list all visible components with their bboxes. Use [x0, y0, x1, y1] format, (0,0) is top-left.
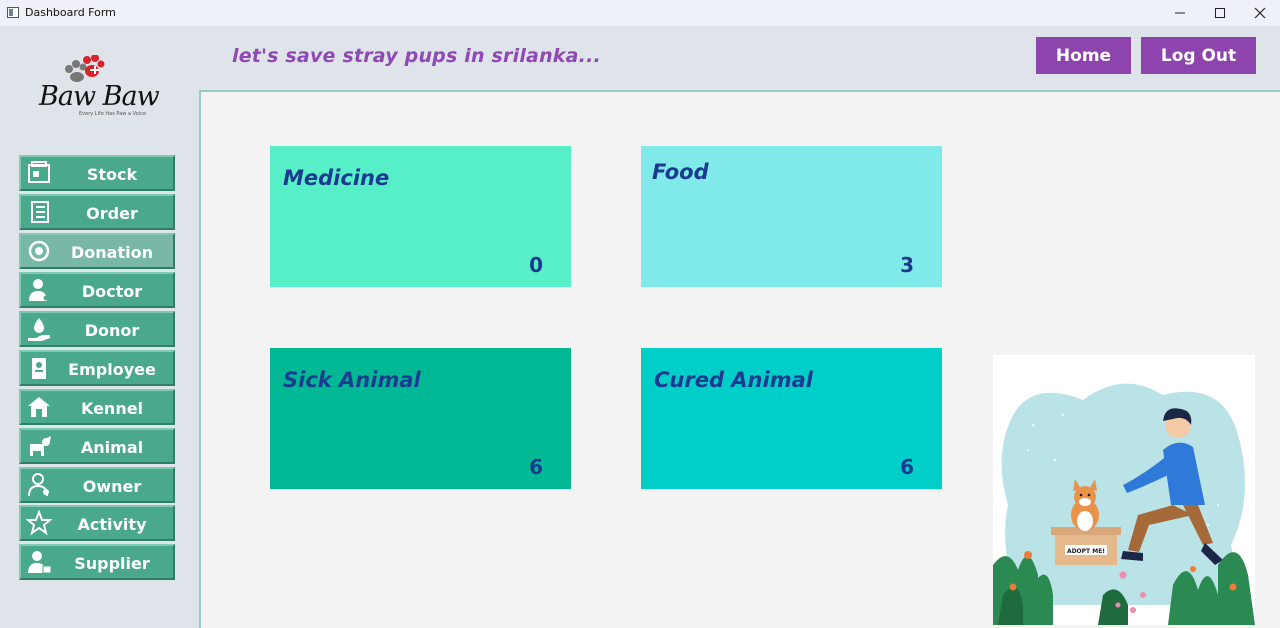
card-title: Cured Animal: [654, 368, 813, 392]
sidebar-item-label: Kennel: [80, 399, 144, 418]
sidebar-item-donor[interactable]: Donor: [19, 311, 175, 347]
card-value: 6: [529, 455, 543, 479]
medicine-card: Medicine 0: [270, 146, 571, 287]
order-icon: [31, 201, 49, 223]
stock-icon: [28, 161, 50, 183]
star-icon: [26, 510, 52, 536]
doctor-icon: [29, 279, 49, 301]
card-title: Medicine: [283, 166, 390, 190]
animal-icon: [30, 436, 51, 456]
sidebar-item-label: Doctor: [81, 282, 143, 301]
sidebar-item-animal[interactable]: Animal: [19, 428, 175, 464]
tagline: let's save stray pups in srilanka...: [232, 45, 601, 67]
sidebar-item-label: Owner: [82, 477, 142, 496]
food-card: Food 3: [641, 146, 942, 287]
sidebar-item-label: Order: [86, 204, 138, 223]
brand-slogan: Every Life Has Paw a Voice: [79, 111, 146, 117]
sidebar-item-activity[interactable]: Activity: [19, 505, 175, 541]
sidebar-item-doctor[interactable]: Doctor: [19, 272, 175, 308]
donor-icon: [28, 318, 50, 341]
app-icon: [7, 7, 19, 18]
home-button[interactable]: Home: [1036, 37, 1131, 74]
sidebar-item-label: Animal: [80, 438, 144, 457]
logout-button[interactable]: Log Out: [1141, 37, 1256, 74]
sidebar-item-order[interactable]: Order: [19, 194, 175, 230]
card-title: Food: [652, 160, 709, 184]
minimize-button[interactable]: [1160, 0, 1200, 26]
maximize-icon: [1215, 8, 1225, 18]
svg-text:ADOPT ME!: ADOPT ME!: [1067, 548, 1105, 555]
sidebar-item-donation[interactable]: Donation: [19, 233, 175, 269]
donation-icon: [28, 240, 50, 262]
sidebar-item-stock[interactable]: Stock: [19, 155, 175, 191]
card-value: 6: [900, 455, 914, 479]
employee-icon: [32, 358, 46, 379]
sidebar-item-supplier[interactable]: Supplier: [19, 544, 175, 580]
brand-name: Baw Baw: [39, 81, 160, 112]
window-title: Dashboard Form: [25, 6, 116, 19]
close-button[interactable]: [1240, 0, 1280, 26]
sidebar-item-label: Activity: [77, 515, 147, 534]
card-value: 3: [900, 253, 914, 277]
logo: Baw Baw Every Life Has Paw a Voice: [35, 55, 160, 123]
sidebar-item-kennel[interactable]: Kennel: [19, 389, 175, 425]
adopt-dog-illustration: ADOPT ME!: [993, 383, 1255, 625]
cured-animal-card: Cured Animal 6: [641, 348, 942, 489]
kennel-icon: [28, 397, 50, 417]
sidebar-item-label: Donation: [71, 243, 153, 262]
sidebar-item-label: Donor: [84, 321, 140, 340]
sidebar-item-label: Employee: [68, 360, 156, 379]
supplier-icon: [28, 551, 52, 574]
sidebar-item-label: Stock: [86, 165, 138, 184]
close-icon: [1254, 7, 1266, 19]
sidebar-item-label: Supplier: [74, 554, 150, 573]
adopt-illustration: ADOPT ME!: [993, 355, 1255, 625]
maximize-button[interactable]: [1200, 0, 1240, 26]
sick-animal-card: Sick Animal 6: [270, 348, 571, 489]
sidebar-item-owner[interactable]: Owner: [19, 467, 175, 503]
owner-icon: [28, 473, 49, 497]
sidebar-item-employee[interactable]: Employee: [19, 350, 175, 386]
window-titlebar: Dashboard Form: [0, 0, 1280, 26]
minimize-icon: [1175, 12, 1185, 14]
card-title: Sick Animal: [283, 368, 421, 392]
card-value: 0: [529, 253, 543, 277]
